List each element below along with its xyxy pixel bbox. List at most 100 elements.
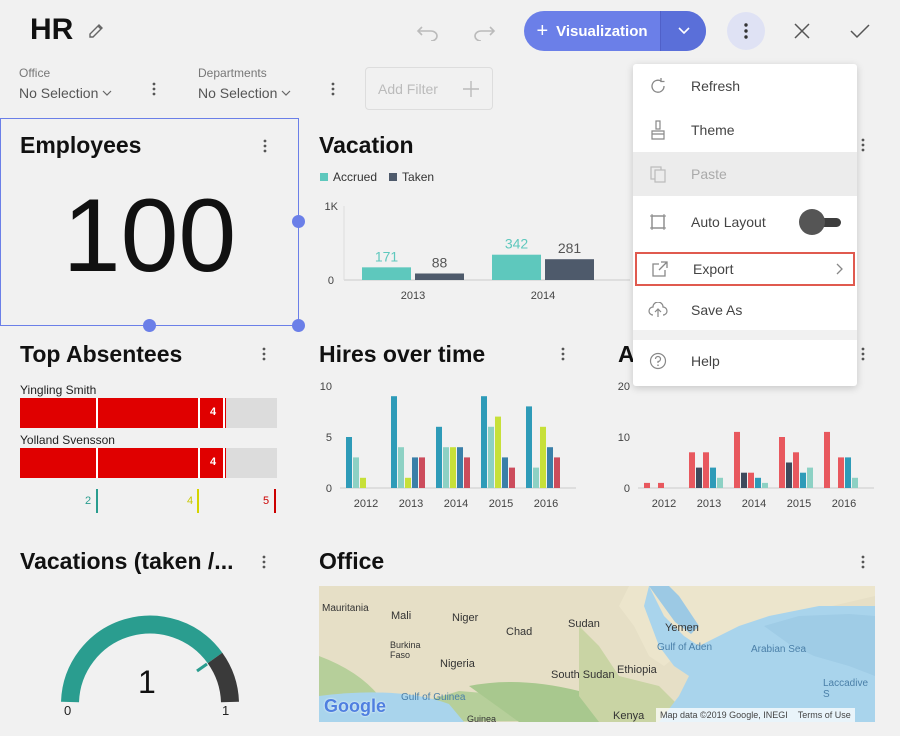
menu-item-export[interactable]: Export bbox=[635, 252, 855, 286]
card-menu-icon[interactable] bbox=[255, 135, 275, 157]
threshold-label: 2 bbox=[85, 495, 92, 507]
office-map[interactable]: Mauritania Mali Niger Chad Sudan Yemen B… bbox=[319, 586, 875, 722]
plus-icon bbox=[463, 80, 479, 97]
chart-bar bbox=[824, 431, 830, 488]
menu-separator bbox=[633, 330, 857, 340]
more-options-menu: Refresh Theme Paste Auto Layout Export S… bbox=[633, 64, 857, 386]
legend-label: Taken bbox=[402, 170, 435, 184]
chart-bar bbox=[495, 416, 501, 488]
chart-bar bbox=[710, 467, 716, 488]
absentee-name: Yolland Svensson bbox=[20, 433, 115, 447]
map-label: Niger bbox=[452, 612, 479, 624]
chart-bar bbox=[755, 477, 761, 488]
card-title: Employees bbox=[20, 132, 142, 158]
bar-divider bbox=[198, 448, 200, 478]
filter-value: No Selection bbox=[19, 85, 99, 101]
chart-bar bbox=[696, 467, 702, 488]
departments-filter-menu-icon[interactable] bbox=[323, 78, 343, 100]
resize-handle[interactable] bbox=[292, 215, 305, 228]
gauge-max: 1 bbox=[222, 703, 230, 718]
map-label: Mali bbox=[391, 610, 412, 622]
menu-item-label: Refresh bbox=[691, 78, 741, 94]
x-tick-label: 2013 bbox=[399, 498, 423, 510]
chart-bar bbox=[779, 437, 785, 488]
office-filter[interactable]: Office No Selection bbox=[19, 66, 112, 101]
map-attribution: Map data ©2019 Google, INEGI Terms of Us… bbox=[656, 708, 855, 722]
y-tick-label: 5 bbox=[326, 432, 332, 444]
x-tick-label: 2016 bbox=[534, 498, 558, 510]
departments-filter[interactable]: Departments No Selection bbox=[198, 66, 291, 101]
filter-label: Office bbox=[19, 66, 51, 80]
attribution-text: Map data ©2019 Google, INEGI bbox=[660, 710, 788, 720]
brush-icon bbox=[647, 119, 669, 141]
map-label: Arabian Sea bbox=[751, 644, 807, 655]
legend-swatch bbox=[389, 173, 398, 181]
edit-title-pencil-icon[interactable] bbox=[85, 20, 107, 42]
data-label: 342 bbox=[505, 236, 529, 252]
chart-bar bbox=[450, 447, 456, 488]
map-label: Burkina Faso bbox=[390, 640, 421, 660]
employees-card[interactable]: Employees 100 bbox=[0, 118, 299, 326]
add-visualization-button[interactable]: + Visualization bbox=[524, 11, 660, 51]
chart-bar bbox=[412, 457, 418, 488]
menu-item-save-as[interactable]: Save As bbox=[633, 290, 857, 330]
vacation-bar bbox=[415, 273, 464, 280]
y-tick-label: 20 bbox=[618, 381, 630, 393]
menu-item-paste[interactable]: Paste bbox=[633, 152, 857, 196]
checkmark-icon[interactable] bbox=[847, 19, 873, 43]
menu-item-help[interactable]: Help bbox=[633, 340, 857, 382]
chart-bar bbox=[509, 467, 515, 488]
chart-bar bbox=[703, 452, 709, 488]
export-icon bbox=[649, 258, 671, 280]
top-absentees-menu-icon[interactable] bbox=[254, 343, 274, 365]
menu-item-auto-layout[interactable]: Auto Layout bbox=[633, 196, 857, 248]
hires-title: Hires over time bbox=[319, 341, 486, 367]
terms-of-use-link[interactable]: Terms of Use bbox=[798, 710, 851, 720]
data-label: 88 bbox=[432, 254, 448, 270]
legend-swatch bbox=[320, 173, 328, 181]
x-tick-label: 2015 bbox=[489, 498, 513, 510]
chevron-down-icon bbox=[102, 90, 112, 96]
map-label: Gulf of Guinea bbox=[401, 692, 466, 703]
vacations-taken-menu-icon[interactable] bbox=[254, 551, 274, 573]
resize-handle[interactable] bbox=[292, 319, 305, 332]
legend-item: Taken bbox=[389, 170, 434, 184]
gauge-arc-remaining bbox=[207, 652, 239, 703]
close-icon[interactable] bbox=[790, 19, 814, 43]
y-tick-label: 10 bbox=[320, 381, 332, 393]
threshold-marker bbox=[274, 489, 276, 513]
chart-bar bbox=[658, 482, 664, 488]
more-options-button[interactable] bbox=[727, 12, 765, 50]
y-tick-label: 10 bbox=[618, 432, 630, 444]
menu-item-label: Theme bbox=[691, 122, 735, 138]
chart-bar bbox=[419, 457, 425, 488]
chart-bar bbox=[457, 447, 463, 488]
vacation-legend: Accrued Taken bbox=[320, 170, 434, 184]
menu-item-label: Export bbox=[693, 261, 734, 277]
absentee-bar-fill bbox=[20, 398, 226, 428]
undo-icon[interactable] bbox=[414, 20, 442, 44]
chart-bar bbox=[807, 467, 813, 488]
chart-bar bbox=[443, 447, 449, 488]
visualization-dropdown-button[interactable] bbox=[660, 11, 706, 51]
data-label: 281 bbox=[558, 240, 582, 256]
office-menu-icon[interactable] bbox=[853, 551, 873, 573]
x-tick-label: 2015 bbox=[787, 498, 811, 510]
office-filter-menu-icon[interactable] bbox=[144, 78, 164, 100]
chart-bar bbox=[838, 457, 844, 488]
visualization-split-button: + Visualization bbox=[524, 11, 706, 51]
gauge-min: 0 bbox=[64, 703, 72, 718]
legend-label: Accrued bbox=[333, 170, 378, 184]
menu-item-theme[interactable]: Theme bbox=[633, 108, 857, 152]
menu-item-refresh[interactable]: Refresh bbox=[633, 64, 857, 108]
bar-divider bbox=[223, 398, 225, 428]
cloud-upload-icon bbox=[647, 299, 669, 321]
redo-icon[interactable] bbox=[470, 20, 498, 44]
auto-layout-toggle[interactable] bbox=[799, 209, 843, 235]
help-icon bbox=[647, 350, 669, 372]
resize-handle[interactable] bbox=[143, 319, 156, 332]
map-label: Nigeria bbox=[440, 658, 475, 670]
add-filter-button[interactable]: Add Filter bbox=[365, 67, 493, 110]
hires-menu-icon[interactable] bbox=[553, 343, 573, 365]
chart-bar bbox=[405, 477, 411, 488]
